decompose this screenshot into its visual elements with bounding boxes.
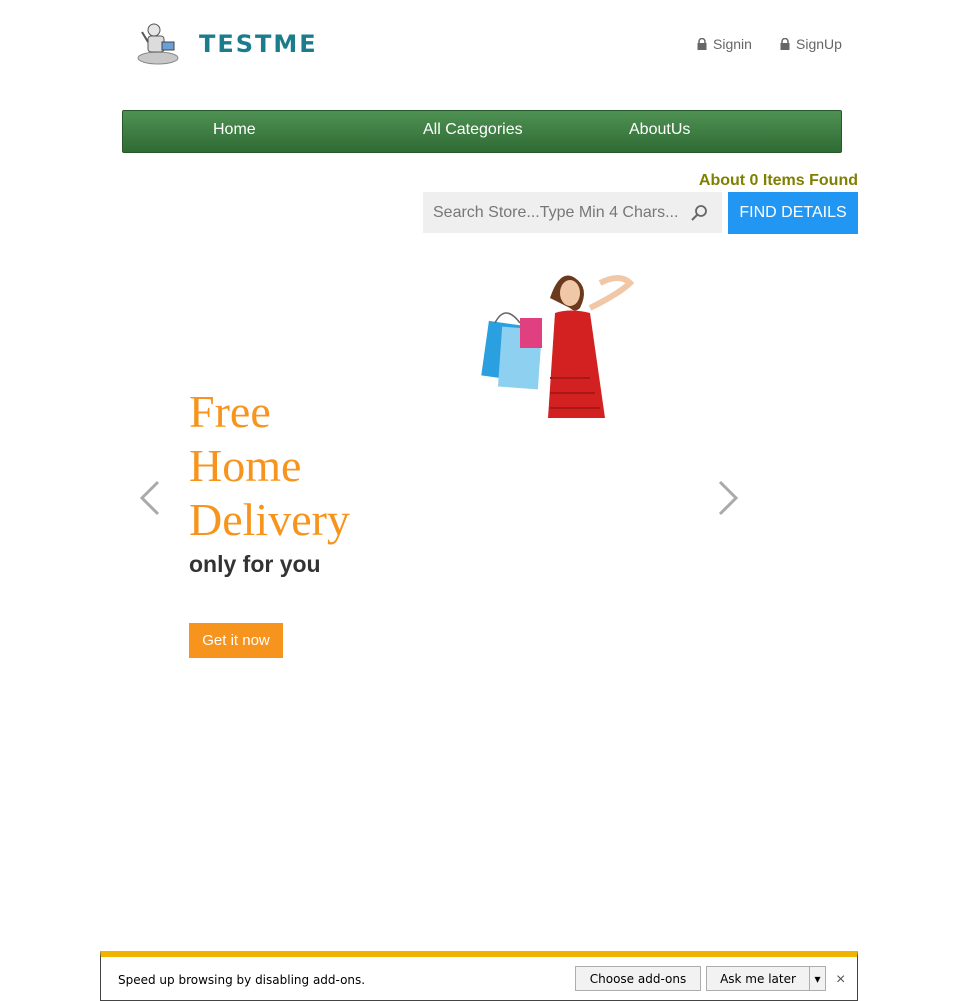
search-input[interactable] xyxy=(423,192,722,233)
main-navbar: Home All Categories AboutUs xyxy=(122,110,842,153)
lock-icon xyxy=(697,38,707,50)
ask-later-dropdown-button[interactable]: ▾ xyxy=(809,966,826,991)
nav-item-all-categories[interactable]: All Categories xyxy=(423,121,523,139)
logo-robot-icon xyxy=(137,23,179,65)
nav-item-aboutus[interactable]: AboutUs xyxy=(629,121,690,139)
ask-me-later-button[interactable]: Ask me later xyxy=(706,966,810,991)
addons-notification-bar: Speed up browsing by disabling add-ons. … xyxy=(100,951,858,1001)
get-it-now-button[interactable]: Get it now xyxy=(189,623,283,658)
hero-title: Free Home Delivery xyxy=(189,385,350,547)
logo-text: TESTME xyxy=(199,30,318,58)
chevron-left-icon[interactable] xyxy=(136,478,166,518)
find-details-button[interactable]: FIND DETAILS xyxy=(728,192,858,234)
choose-addons-button[interactable]: Choose add-ons xyxy=(575,966,701,991)
items-found-count: About 0 Items Found xyxy=(698,172,858,189)
nav-item-home[interactable]: Home xyxy=(213,121,256,139)
signup-link[interactable]: SignUp xyxy=(780,36,842,52)
chevron-right-icon[interactable] xyxy=(712,478,742,518)
hero-subtitle: only for you xyxy=(189,551,321,577)
close-icon[interactable]: × xyxy=(836,971,845,989)
hero-shopping-woman-image xyxy=(481,275,635,418)
hero-title-line: Free xyxy=(189,386,271,437)
signin-link[interactable]: Signin xyxy=(697,36,752,52)
hero-title-line: Delivery xyxy=(189,494,350,545)
signin-label: Signin xyxy=(713,36,752,52)
notification-message: Speed up browsing by disabling add-ons. xyxy=(118,973,366,987)
site-logo[interactable]: TESTME xyxy=(134,22,334,70)
signup-label: SignUp xyxy=(796,36,842,52)
search-icon[interactable] xyxy=(690,204,708,222)
lock-icon xyxy=(780,38,790,50)
hero-title-line: Home xyxy=(189,440,302,491)
